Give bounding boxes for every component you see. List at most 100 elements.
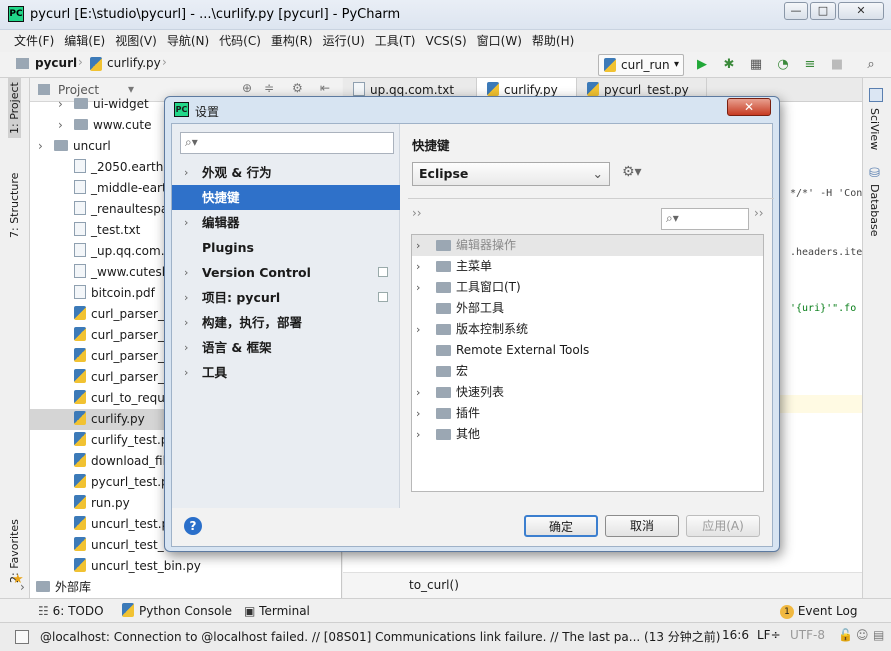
settings-nav-item[interactable]: › 工具: [172, 360, 400, 385]
line-separator[interactable]: LF÷: [757, 628, 781, 642]
breadcrumb-file[interactable]: curlify.py: [107, 56, 161, 70]
caret-position[interactable]: 16:6: [722, 628, 749, 642]
python-console-button[interactable]: Python Console: [122, 599, 232, 623]
minimize-button[interactable]: —: [784, 2, 808, 20]
settings-dialog: PC 设置 ✕ ⌕▾ › 外观 & 行为 快捷键 › 编辑器 Plugins › Versio…: [164, 96, 780, 552]
project-tree-item-label: curl_to_reque: [91, 391, 173, 405]
expand-arrow-icon[interactable]: ›: [416, 382, 420, 403]
expand-arrow-icon[interactable]: ›: [58, 94, 63, 115]
lock-icon[interactable]: 🔓: [838, 628, 853, 642]
keymap-tree-item[interactable]: › 版本控制系统: [412, 319, 763, 340]
menu-navigate[interactable]: 导航(N): [162, 30, 214, 52]
menu-help[interactable]: 帮助(H): [527, 30, 579, 52]
keymap-tree-item[interactable]: › 主菜单: [412, 256, 763, 277]
project-tree-item[interactable]: › 外部库: [20, 577, 342, 598]
notifications-icon[interactable]: ▤: [873, 628, 884, 642]
settings-nav-item[interactable]: › 构建，执行，部署: [172, 310, 400, 335]
python-file-icon: [74, 453, 86, 467]
tool-windows-icon[interactable]: [15, 630, 29, 644]
status-message[interactable]: @localhost: Connection to @localhost fai…: [40, 628, 720, 645]
menu-view[interactable]: 视图(V): [110, 30, 162, 52]
menu-code[interactable]: 代码(C): [214, 30, 266, 52]
settings-search-input[interactable]: ⌕▾: [180, 132, 394, 154]
project-tree-item[interactable]: uncurl_test_bin.py: [30, 556, 342, 577]
gear-icon[interactable]: ⚙▾: [622, 164, 642, 180]
concurrency-icon[interactable]: ≡: [802, 57, 818, 73]
menu-vcs[interactable]: VCS(S): [420, 30, 471, 52]
coverage-icon[interactable]: ▦: [748, 57, 764, 73]
menu-run[interactable]: 运行(U): [318, 30, 370, 52]
event-log-button[interactable]: 1 Event Log: [780, 599, 857, 623]
more-icon[interactable]: ››: [754, 206, 764, 220]
file-encoding[interactable]: UTF-8: [790, 628, 825, 642]
dialog-close-button[interactable]: ✕: [727, 98, 771, 116]
structure-tool-tab[interactable]: 7: Structure: [8, 173, 21, 238]
expand-arrow-icon[interactable]: ›: [416, 277, 420, 298]
menu-tools[interactable]: 工具(T): [370, 30, 421, 52]
settings-nav-item[interactable]: › 外观 & 行为: [172, 160, 400, 185]
settings-nav-item[interactable]: › Version Control: [172, 260, 400, 285]
keymap-search-input[interactable]: ⌕▾: [661, 208, 749, 230]
menu-window[interactable]: 窗口(W): [472, 30, 527, 52]
keymap-tree-item[interactable]: Remote External Tools: [412, 340, 763, 361]
project-tool-tab[interactable]: 1: Project: [8, 78, 21, 138]
sciview-tool-tab[interactable]: SciView: [868, 108, 881, 150]
menu-edit[interactable]: 编辑(E): [59, 30, 110, 52]
project-tree-item-label: _www.cuteslic: [91, 265, 175, 279]
function-breadcrumb[interactable]: to_curl(): [409, 578, 459, 592]
expand-arrow-icon[interactable]: ›: [38, 136, 43, 157]
keymap-tree-item[interactable]: › 插件: [412, 403, 763, 424]
settings-nav-item[interactable]: › 语言 & 框架: [172, 335, 400, 360]
menu-refactor[interactable]: 重构(R): [266, 30, 318, 52]
todo-tool-button[interactable]: ☷ 6: TODO: [38, 599, 104, 623]
maximize-button[interactable]: □: [810, 2, 836, 20]
action-folder-icon: [436, 387, 451, 398]
help-icon[interactable]: ?: [184, 517, 202, 535]
debug-icon[interactable]: ✱: [721, 57, 737, 73]
settings-nav-item[interactable]: › 编辑器: [172, 210, 400, 235]
hide-icon[interactable]: ⇤: [320, 81, 330, 95]
menu-file[interactable]: 文件(F): [9, 30, 59, 52]
folder-icon: [74, 119, 88, 130]
window-close-button[interactable]: ✕: [838, 2, 884, 20]
keymap-tree-item[interactable]: › 其他: [412, 424, 763, 445]
keymap-tree-item[interactable]: 外部工具: [412, 298, 763, 319]
ok-button[interactable]: 确定: [524, 515, 598, 537]
todo-icon: ☷: [38, 604, 49, 618]
expand-arrow-icon[interactable]: ›: [416, 256, 420, 277]
inspector-icon[interactable]: ☺: [856, 628, 869, 642]
keymap-tree-item[interactable]: › 工具窗口(T): [412, 277, 763, 298]
keymap-tree-item[interactable]: 宏: [412, 361, 763, 382]
stop-icon[interactable]: ■: [829, 57, 845, 73]
keymap-select[interactable]: Eclipse ⌄: [412, 162, 610, 186]
breadcrumb-project[interactable]: pycurl: [35, 56, 77, 70]
gear-icon[interactable]: ⚙: [292, 81, 303, 95]
keymap-tree-item[interactable]: › 快速列表: [412, 382, 763, 403]
expand-arrow-icon[interactable]: ›: [416, 319, 420, 340]
terminal-button[interactable]: ▣ Terminal: [244, 599, 310, 623]
expand-arrow-icon[interactable]: ›: [416, 424, 420, 445]
keymap-tree-label: 工具窗口(T): [456, 280, 521, 294]
expand-arrow-icon[interactable]: ›: [416, 403, 420, 424]
expand-arrow-icon[interactable]: ›: [20, 577, 25, 598]
settings-nav-item[interactable]: Plugins: [172, 235, 400, 260]
settings-nav-item[interactable]: 快捷键: [172, 185, 400, 210]
keymap-tree-item[interactable]: › 编辑器操作: [412, 235, 763, 256]
expand-arrow-icon[interactable]: ›: [416, 235, 420, 256]
apply-button[interactable]: 应用(A): [686, 515, 760, 537]
profile-icon[interactable]: ◔: [775, 57, 791, 73]
database-tool-tab[interactable]: Database: [868, 184, 881, 237]
action-folder-icon: [436, 429, 451, 440]
expand-arrow-icon[interactable]: ›: [58, 115, 63, 136]
run-icon[interactable]: ▶: [694, 57, 710, 73]
search-everywhere-icon[interactable]: ⌕: [863, 57, 879, 73]
cancel-button[interactable]: 取消: [605, 515, 679, 537]
settings-nav-item[interactable]: › 项目: pycurl: [172, 285, 400, 310]
expand-all-icon[interactable]: ››: [412, 206, 422, 220]
event-log-label: Event Log: [797, 604, 858, 618]
settings-nav: ⌕▾ › 外观 & 行为 快捷键 › 编辑器 Plugins › Version Contro…: [172, 124, 400, 508]
collapse-icon[interactable]: ≑: [264, 81, 274, 95]
locate-icon[interactable]: ⊕: [242, 81, 252, 95]
keymap-tree[interactable]: › 编辑器操作 › 主菜单 › 工具窗口(T) 外部工具 › 版本控制系统 Remote Exte…: [411, 234, 764, 492]
run-config-select[interactable]: curl_run ▾: [598, 54, 684, 76]
